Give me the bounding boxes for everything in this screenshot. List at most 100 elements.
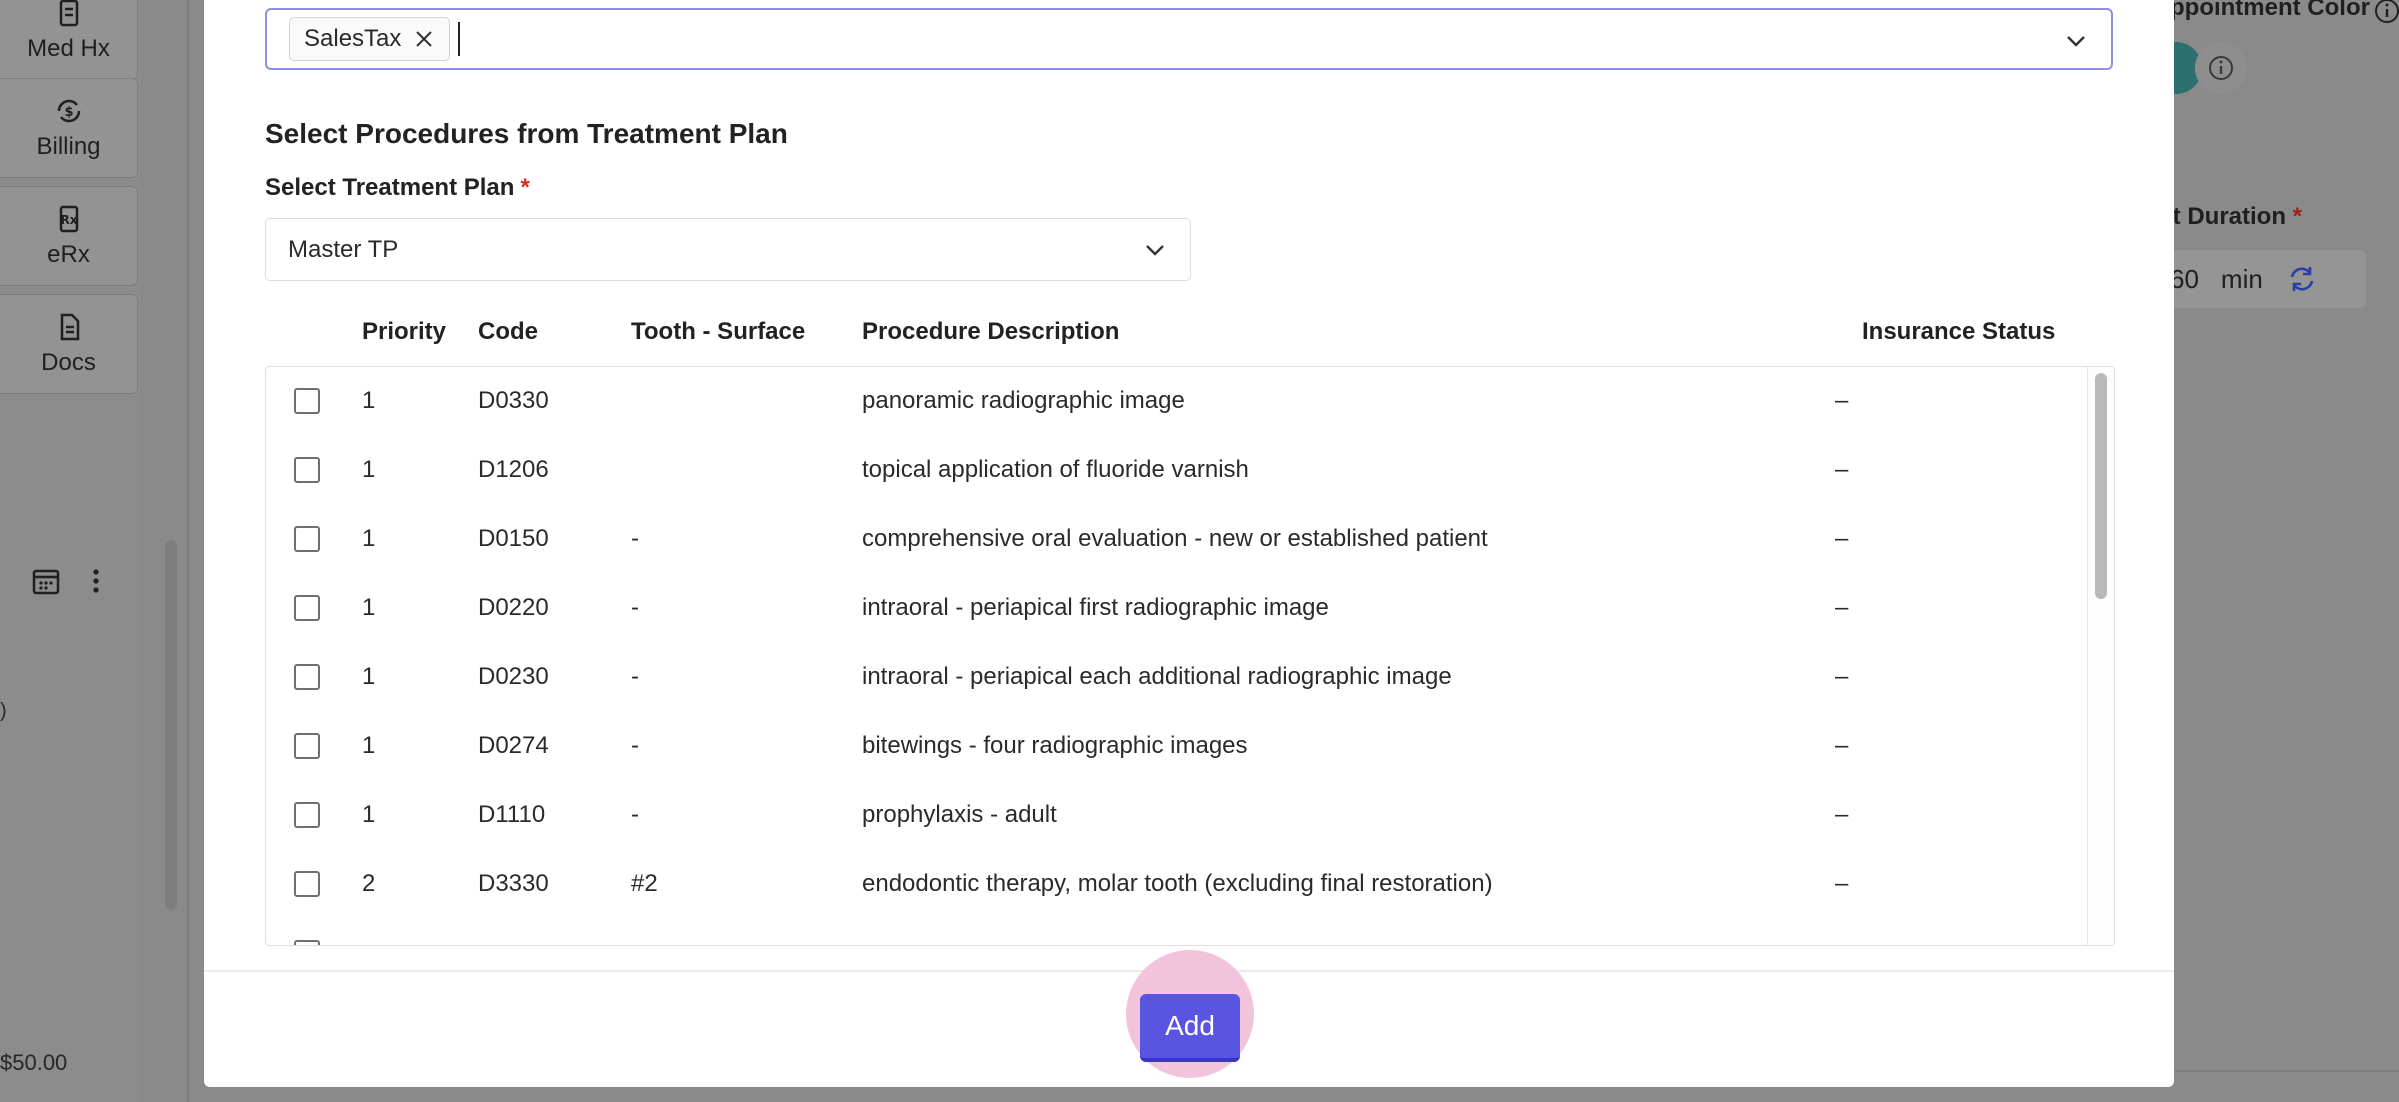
cell-tooth: #2 bbox=[631, 870, 658, 897]
chevron-down-icon[interactable] bbox=[1142, 237, 1168, 263]
cell-insurance-status: – bbox=[1835, 663, 1849, 690]
row-checkbox[interactable] bbox=[294, 802, 320, 828]
sidebar-item-label: Billing bbox=[36, 133, 101, 160]
svg-text:Rx: Rx bbox=[60, 213, 77, 227]
cell-priority: 1 bbox=[362, 732, 376, 759]
cell-description: comprehensive oral evaluation - new or e… bbox=[862, 525, 1488, 552]
cell-code: D1110 bbox=[478, 801, 546, 828]
color-info-button[interactable] bbox=[2195, 42, 2247, 94]
background-toolbar bbox=[30, 565, 112, 597]
prescription-icon: Rx bbox=[59, 205, 78, 233]
cell-insurance-status: – bbox=[1835, 594, 1849, 621]
docs-icon bbox=[60, 313, 79, 341]
tag-chip-label: SalesTax bbox=[304, 25, 402, 52]
table-row[interactable]: 1 D0330 panoramic radiographic image – bbox=[266, 367, 2092, 436]
sidebar-item-med-hx[interactable]: Med Hx bbox=[0, 0, 138, 80]
treatment-plan-label: Select Treatment Plan * bbox=[265, 174, 530, 201]
cell-priority: 1 bbox=[362, 525, 376, 552]
close-icon[interactable] bbox=[413, 28, 435, 50]
background-scrollbar[interactable] bbox=[165, 540, 177, 910]
cell-description: bitewings - four radiographic images bbox=[862, 732, 1248, 759]
svg-text:$: $ bbox=[64, 105, 73, 120]
background-divider bbox=[2175, 1070, 2399, 1072]
appt-duration-label: pt Duration * bbox=[2158, 203, 2302, 230]
duration-value: 60 bbox=[2170, 263, 2199, 294]
cell-insurance-status: – bbox=[1835, 870, 1849, 897]
cell-tooth: - bbox=[631, 594, 639, 621]
cell-code: D0220 bbox=[478, 594, 549, 621]
row-checkbox[interactable] bbox=[294, 733, 320, 759]
calendar-icon[interactable] bbox=[30, 565, 62, 597]
row-checkbox[interactable] bbox=[294, 871, 320, 897]
table-row[interactable]: 1 D0220 - intraoral - periapical first r… bbox=[266, 574, 2092, 643]
billing-icon: $ bbox=[57, 99, 80, 123]
cell-description: panoramic radiographic image bbox=[862, 387, 1185, 414]
table-row[interactable]: 1 D0230 - intraoral - periapical each ad… bbox=[266, 643, 2092, 712]
column-header-description[interactable]: Procedure Description bbox=[862, 318, 1119, 346]
cell-priority: 1 bbox=[362, 663, 376, 690]
row-checkbox[interactable] bbox=[294, 388, 320, 414]
add-button[interactable]: Add bbox=[1140, 994, 1240, 1062]
table-row[interactable]: 1 D1110 - prophylaxis - adult – bbox=[266, 781, 2092, 850]
table-scrollbar[interactable] bbox=[2087, 367, 2114, 945]
treatment-plan-value: Master TP bbox=[288, 235, 399, 263]
cell-insurance-status: – bbox=[1835, 456, 1849, 483]
table-row[interactable]: 2 D3330 #2 endodontic therapy, molar too… bbox=[266, 850, 2092, 919]
cell-priority: 1 bbox=[362, 594, 376, 621]
cell-description: topical application of fluoride varnish bbox=[862, 456, 1249, 483]
procedures-table: 1 D0330 panoramic radiographic image – 1… bbox=[265, 366, 2115, 946]
column-header-priority[interactable]: Priority bbox=[362, 318, 446, 346]
column-header-tooth-surface[interactable]: Tooth - Surface bbox=[631, 318, 805, 346]
cell-priority: 1 bbox=[362, 456, 376, 483]
sidebar-item-label: eRx bbox=[47, 241, 90, 268]
row-checkbox[interactable] bbox=[294, 526, 320, 552]
column-header-code[interactable]: Code bbox=[478, 318, 538, 346]
cell-priority: 1 bbox=[362, 801, 376, 828]
cell-code: D0150 bbox=[478, 525, 549, 552]
cell-tooth: - bbox=[631, 732, 639, 759]
sidebar-item-erx[interactable]: Rx eRx bbox=[0, 186, 138, 286]
cell-code: D0274 bbox=[478, 732, 549, 759]
chevron-down-icon[interactable] bbox=[2063, 28, 2089, 54]
cell-priority: 1 bbox=[362, 387, 376, 414]
refresh-icon[interactable] bbox=[2285, 262, 2319, 296]
cell-code: D0230 bbox=[478, 663, 549, 690]
sidebar-item-label: Docs bbox=[41, 349, 96, 376]
appointment-color-label: ppointment Color bbox=[2170, 0, 2370, 21]
table-row[interactable]: 1 D0274 - bitewings - four radiographic … bbox=[266, 712, 2092, 781]
cell-tooth: - bbox=[631, 801, 639, 828]
column-header-insurance-status[interactable]: Insurance Status bbox=[1862, 318, 2055, 346]
cell-description: endodontic therapy, molar tooth (excludi… bbox=[862, 870, 1493, 897]
cell-description: prophylaxis - adult bbox=[862, 801, 1057, 828]
row-checkbox[interactable] bbox=[294, 595, 320, 621]
cell-priority: 2 bbox=[362, 870, 376, 897]
table-row[interactable]: 1 D1206 topical application of fluoride … bbox=[266, 436, 2092, 505]
cell-tooth: - bbox=[631, 663, 639, 690]
cell-insurance-status: – bbox=[1835, 801, 1849, 828]
info-icon[interactable] bbox=[2372, 0, 2399, 26]
text-caret bbox=[458, 22, 461, 56]
cell-insurance-status: – bbox=[1835, 732, 1849, 759]
info-icon bbox=[2209, 56, 2233, 80]
table-scrollbar-thumb[interactable] bbox=[2095, 373, 2107, 599]
row-checkbox[interactable] bbox=[294, 457, 320, 483]
row-checkbox[interactable] bbox=[294, 940, 320, 945]
table-row[interactable]: 1 D0150 - comprehensive oral evaluation … bbox=[266, 505, 2092, 574]
table-header: Priority Code Tooth - Surface Procedure … bbox=[265, 318, 2113, 368]
table-row-partial[interactable] bbox=[266, 919, 2092, 945]
row-checkbox[interactable] bbox=[294, 664, 320, 690]
sidebar-item-label: Med Hx bbox=[27, 35, 110, 62]
tag-chip: SalesTax bbox=[289, 17, 451, 61]
tag-multiselect-input[interactable]: SalesTax bbox=[265, 8, 2113, 70]
cell-description: intraoral - periapical each additional r… bbox=[862, 663, 1452, 690]
document-icon bbox=[59, 0, 78, 27]
background-amount: $50.00 bbox=[0, 1050, 68, 1075]
sidebar-item-docs[interactable]: Docs bbox=[0, 294, 138, 394]
cell-description: intraoral - periapical first radiographi… bbox=[862, 594, 1329, 621]
cell-code: D1206 bbox=[478, 456, 549, 483]
treatment-plan-select[interactable]: Master TP bbox=[265, 218, 1191, 281]
sidebar-item-billing[interactable]: $ Billing bbox=[0, 78, 138, 178]
duration-unit: min bbox=[2220, 263, 2263, 294]
more-vertical-icon[interactable] bbox=[80, 565, 112, 597]
section-title: Select Procedures from Treatment Plan bbox=[265, 118, 788, 149]
